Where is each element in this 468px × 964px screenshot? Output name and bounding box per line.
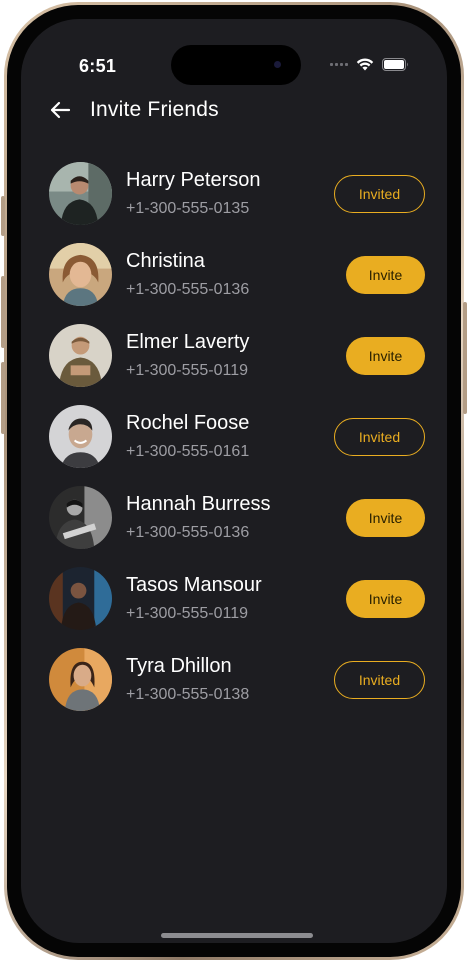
list-item: Christina +1-300-555-0136 Invite [49, 234, 425, 315]
list-item: Rochel Foose +1-300-555-0161 Invited [49, 396, 425, 477]
contact-info: Tasos Mansour +1-300-555-0119 [126, 573, 262, 624]
invited-button[interactable]: Invited [334, 417, 425, 456]
volume-down-button [1, 362, 5, 434]
avatar [49, 162, 112, 225]
list-item: Elmer Laverty +1-300-555-0119 Invite [49, 315, 425, 396]
phone-bezel: 6:51 Invite Friends Harry Peterson +1-30… [7, 5, 461, 957]
contact-phone: +1-300-555-0136 [126, 524, 250, 541]
invited-button[interactable]: Invited [334, 660, 425, 699]
cellular-signal-icon [330, 63, 348, 66]
contact-name: Tyra Dhillon [126, 655, 232, 677]
contact-info: Rochel Foose +1-300-555-0161 [126, 411, 249, 462]
contact-name: Christina [126, 250, 205, 272]
contact-phone: +1-300-555-0138 [126, 686, 250, 703]
home-indicator[interactable] [161, 933, 313, 938]
invite-button[interactable]: Invite [346, 336, 425, 375]
contact-phone: +1-300-555-0119 [126, 605, 249, 622]
phone-frame: 6:51 Invite Friends Harry Peterson +1-30… [4, 2, 464, 960]
page-title: Invite Friends [90, 98, 219, 121]
wifi-icon [356, 58, 374, 71]
invite-button[interactable]: Invite [346, 498, 425, 537]
avatar [49, 648, 112, 711]
contact-info: Elmer Laverty +1-300-555-0119 [126, 330, 249, 381]
contact-info: Christina +1-300-555-0136 [126, 249, 249, 300]
battery-icon [382, 58, 408, 71]
list-item: Hannah Burress +1-300-555-0136 Invite [49, 477, 425, 558]
status-time: 6:51 [79, 56, 117, 76]
avatar [49, 243, 112, 306]
contact-info: Tyra Dhillon +1-300-555-0138 [126, 654, 249, 705]
contact-name: Elmer Laverty [126, 331, 250, 353]
list-item: Tyra Dhillon +1-300-555-0138 Invited [49, 639, 425, 720]
contact-name: Rochel Foose [126, 412, 250, 434]
avatar [49, 486, 112, 549]
avatar [49, 405, 112, 468]
invited-button[interactable]: Invited [334, 174, 425, 213]
app-screen: 6:51 Invite Friends Harry Peterson +1-30… [21, 19, 447, 943]
avatar [49, 567, 112, 630]
invite-button[interactable]: Invite [346, 579, 425, 618]
contact-name: Tasos Mansour [126, 574, 262, 596]
contact-phone: +1-300-555-0135 [126, 200, 250, 217]
arrow-left-icon[interactable] [49, 99, 71, 121]
list-item: Tasos Mansour +1-300-555-0119 Invite [49, 558, 425, 639]
front-camera-icon [274, 61, 281, 68]
status-icons [330, 58, 409, 71]
dynamic-island [171, 45, 301, 85]
contact-phone: +1-300-555-0161 [126, 443, 250, 460]
contact-name: Hannah Burress [126, 493, 271, 515]
contact-phone: +1-300-555-0136 [126, 281, 250, 298]
avatar [49, 324, 112, 387]
contact-list: Harry Peterson +1-300-555-0135 Invited C… [49, 153, 425, 720]
action-button [1, 196, 5, 236]
contact-phone: +1-300-555-0119 [126, 362, 249, 379]
app-header: Invite Friends [49, 97, 219, 123]
invite-button[interactable]: Invite [346, 255, 425, 294]
contact-info: Harry Peterson +1-300-555-0135 [126, 168, 261, 219]
contact-name: Harry Peterson [126, 169, 261, 191]
list-item: Harry Peterson +1-300-555-0135 Invited [49, 153, 425, 234]
power-button [463, 302, 467, 414]
volume-up-button [1, 276, 5, 348]
contact-info: Hannah Burress +1-300-555-0136 [126, 492, 271, 543]
